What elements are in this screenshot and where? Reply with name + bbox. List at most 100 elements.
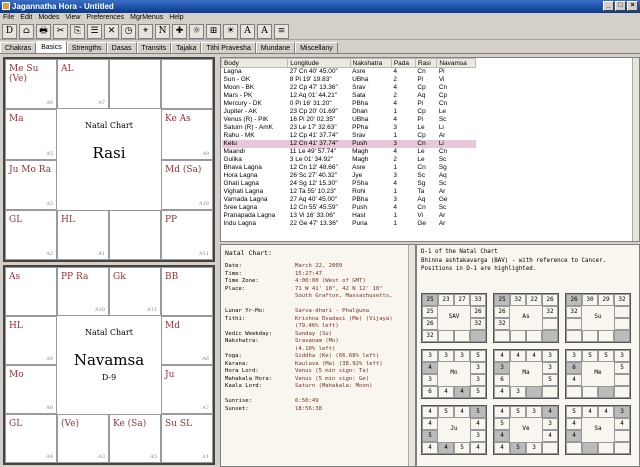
tab-chakras[interactable]: Chakras [0,42,37,53]
navamsa-house-10[interactable]: Ke (Sa) A5 [109,414,161,463]
toolbar-button-8[interactable]: ⌖ [138,24,153,39]
menu-help[interactable]: Help [169,13,183,23]
table-scrollbar[interactable] [632,58,639,241]
navamsa-house-7[interactable]: Ju A7 [161,365,213,414]
rasi-house-4[interactable]: Ma A5 [5,109,57,160]
toolbar-button-16[interactable]: ≡ [274,24,289,39]
navamsa-house-8[interactable]: GL A4 [5,414,57,463]
rasi-house-7[interactable]: Md (Sa) A10 [161,159,213,210]
table-row[interactable]: Pranapada Lagna 13 Vi 16' 33.06" Hast 1 Vi Ar [222,212,476,220]
tab-strengths[interactable]: Strengths [66,42,107,53]
tab-mundane[interactable]: Mundane [255,42,296,53]
rasi-arudha-9: A1 [98,251,105,257]
toolbar-button-1[interactable]: ⌂ [19,24,34,39]
rasi-house-2[interactable] [109,59,161,110]
column-header-0[interactable]: Body [221,58,289,68]
rasi-house-5[interactable]: Ke As A9 [161,109,213,160]
table-row[interactable]: Varnada Lagna 27 Aq 40' 45.00" PBha 3 Aq Ge [222,196,476,204]
table-cell: Cn [438,100,448,107]
navamsa-house-4[interactable]: HL A9 [5,316,57,365]
toolbar-button-6[interactable]: ✕ [104,24,119,39]
table-cell: 12 Cn 41' 37.74" [287,139,351,148]
rasi-arudha-1: A7 [98,100,105,107]
table-row[interactable]: Ghati Lagna 24 Sg 12' 15.30" PSha 4 Sg Sc [222,180,476,188]
table-row[interactable]: Saturn (R) - AmK 23 Le 17' 32.63" PPha 3 Le L… [222,124,476,132]
table-row[interactable]: Indu Lagna 22 Ge 47' 13.36" Puna 1 Ge Ar [222,220,476,228]
tab-tithi-pravesha[interactable]: Tithi Pravesha [201,42,256,53]
toolbar-button-10[interactable]: ✚ [172,24,187,39]
table-row[interactable]: Bhava Lagna 12 Cn 12' 48.66" Asre 1 Cn Sg [222,164,476,172]
menu-mgrmenus[interactable]: MgrMenus [130,13,163,23]
navamsa-house-0[interactable]: As [5,267,57,316]
table-row[interactable]: Moon - BK 22 Cp 47' 13.36" Srav 4 Cp Cn [222,84,476,92]
navamsa-house-11[interactable]: Su SL A1 [161,414,213,463]
column-header-5[interactable]: Navamsa [436,58,476,68]
minimize-button[interactable]: _ [603,1,614,11]
table-row[interactable]: Jupiter - AK 23 Cp 20' 01.69" Dhan 1 Cp Le [222,108,476,116]
navamsa-house-2[interactable]: Gk A11 [109,267,161,316]
navamsa-house-1[interactable]: PP Ra A10 [57,267,109,316]
navamsa-house-5[interactable]: Md A6 [161,316,213,365]
rasi-house-0[interactable]: Me Su (Ve) A6 [5,59,57,110]
table-row[interactable]: Venus (R) - PiK 16 Pi 20' 02.35" UBha 4 Pi Sc [222,116,476,124]
toolbar-button-14[interactable]: A [240,24,255,39]
rasi-house-1[interactable]: AL A7 [57,59,109,110]
menu-preferences[interactable]: Preferences [86,13,124,23]
info-row: (4.10% left) [221,346,415,354]
rasi-house-11[interactable]: PP A11 [161,209,213,260]
close-button[interactable]: × [627,1,638,11]
toolbar-button-0[interactable]: D [2,24,17,39]
navamsa-arudha-1: A10 [95,307,105,313]
table-cell: Saturn (R) - AmK [223,124,273,131]
rasi-chart[interactable]: Me Su (Ve) A6 AL A7 Ma A5 Ke As A9 Ju Mo Ra A3 Md … [3,57,215,262]
toolbar-button-5[interactable]: ☰ [87,24,102,39]
rasi-house-9[interactable]: HL A1 [57,209,109,260]
tab-basics[interactable]: Basics [36,41,67,53]
rasi-house-10[interactable] [109,209,161,260]
table-row[interactable]: Sun - GK 8 Pi 19' 19.83" UBha 2 Pi Vi [222,76,476,84]
info-scrollbar[interactable] [408,245,415,466]
toolbar-button-11[interactable]: ☼ [189,24,204,39]
column-header-1[interactable]: Longitude [287,58,351,68]
bav-cell: 4 [422,362,438,374]
toolbar-button-13[interactable]: ☀ [223,24,238,39]
menu-modes[interactable]: Modes [38,13,59,23]
menu-view[interactable]: View [65,13,80,23]
table-row[interactable]: Mars - PK 12 Aq 01' 44.21" Sata 2 Aq Cp [222,92,476,100]
menu-edit[interactable]: Edit [20,13,32,23]
toolbar-button-9[interactable]: N [155,24,170,39]
table-row[interactable]: Lagna 27 Cn 40' 45.00" Asre 4 Cn Pi [222,68,476,76]
rasi-house-8[interactable]: GL A2 [5,209,57,260]
table-row[interactable]: Sree Lagna 12 Cn 55' 45.59" Push 4 Cn Sc [222,204,476,212]
toolbar-button-12[interactable]: ⊞ [206,24,221,39]
navamsa-chart[interactable]: As PP Ra A10 Gk A11 BB HL A9 Md A6 Mo A8 Ju A7 GL A4 (Ve… [3,265,215,465]
tab-tajaka[interactable]: Tajaka [171,42,202,53]
tab-dasas[interactable]: Dasas [106,42,137,53]
maximize-button[interactable]: □ [615,1,626,11]
info-value: Kaulava (Ma) (38.92% left) [295,360,383,367]
table-row[interactable]: Vighati Lagna 12 Ta 55' 10.23" Rohi 1 Ta Ar [222,188,476,196]
toolbar-button-7[interactable]: ◷ [121,24,136,39]
table-row[interactable]: Hora Lagna 26 Sc 27' 40.32" Jye 3 Sc Aq [222,172,476,180]
rasi-house-6[interactable]: Ju Mo Ra A3 [5,159,57,210]
column-header-4[interactable]: Rasi [414,58,438,68]
toolbar-button-15[interactable]: A [257,24,272,39]
menu-file[interactable]: File [3,13,14,23]
tab-miscellany[interactable]: Miscellany [295,42,338,53]
rasi-house-3[interactable] [161,59,213,110]
navamsa-house-6[interactable]: Mo A8 [5,365,57,414]
navamsa-house-3[interactable]: BB [161,267,213,316]
info-key [221,301,295,309]
navamsa-house-9[interactable]: (Ve) A3 [57,414,109,463]
table-row[interactable]: Ketu 12 Cn 41' 37.74" Push 3 Cn Li [221,139,476,148]
tab-transits[interactable]: Transits [136,42,172,53]
table-row[interactable]: Gulika 3 Le 01' 34.92" Magh 2 Le Sc [222,156,476,164]
column-header-2[interactable]: Nakshatra [349,58,392,68]
toolbar-button-3[interactable]: ✂ [53,24,68,39]
toolbar-button-2[interactable]: 🖶 [36,24,51,39]
toolbar-button-4[interactable]: ⎘ [70,24,85,39]
table-row[interactable]: Rahu - MK 12 Cp 41' 37.74" Srav 1 Cp Ar [222,132,476,140]
column-header-3[interactable]: Pada [390,58,416,68]
table-row[interactable]: Mercury - DK 0 Pi 16' 31.20" PBha 4 Pi Cn [222,100,476,108]
table-row[interactable]: Maandi 11 Le 49' 57.74" Magh 4 Le Cn [222,148,476,156]
